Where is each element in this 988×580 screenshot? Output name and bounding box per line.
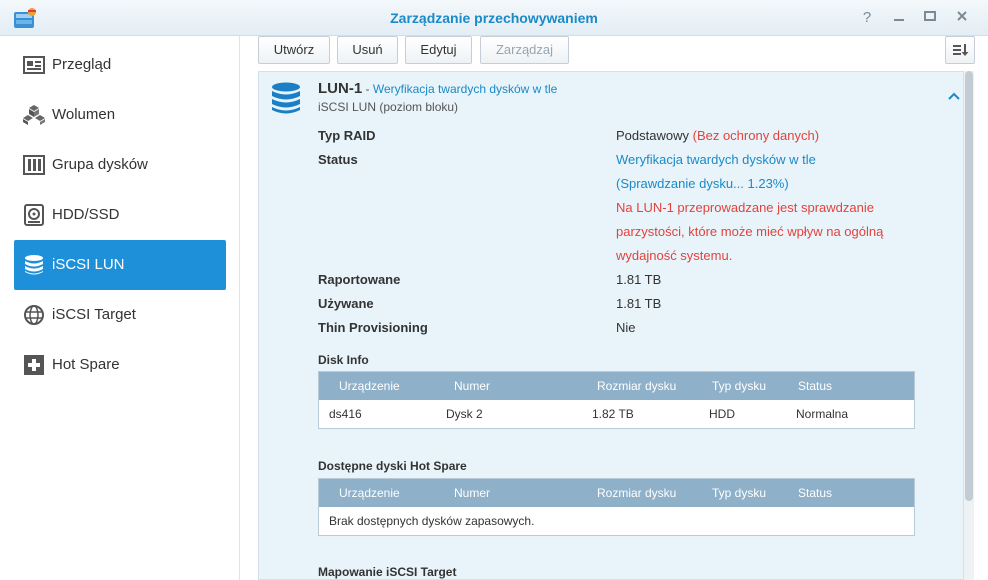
cell-status: Normalna	[796, 407, 849, 421]
raid-type-label: Typ RAID	[318, 128, 376, 143]
sidebar-item-disk-group[interactable]: Grupa dysków	[14, 140, 226, 190]
hot-spare-title: Dostępne dyski Hot Spare	[318, 459, 467, 473]
used-label: Używane	[318, 296, 374, 311]
cell-number: Dysk 2	[446, 407, 483, 421]
title-separator: -	[362, 82, 373, 96]
status-line-1: Weryfikacja twardych dysków w tle	[616, 152, 816, 167]
maximize-icon[interactable]	[921, 9, 939, 27]
reported-label: Raportowane	[318, 272, 401, 287]
table-header: Urządzenie Numer Rozmiar dysku Typ dysku…	[319, 479, 914, 507]
column-header[interactable]: Urządzenie	[339, 379, 400, 393]
disk-info-title: Disk Info	[318, 353, 369, 367]
status-progress: (Sprawdzanie dysku... 1.23%)	[616, 176, 789, 191]
lun-name: LUN-1	[318, 80, 363, 97]
sidebar-item-label: iSCSI LUN	[52, 256, 125, 273]
sort-button[interactable]	[945, 36, 975, 64]
cell-device: ds416	[329, 407, 362, 421]
sidebar-item-label: Przegląd	[52, 56, 112, 73]
minimize-icon[interactable]	[890, 9, 908, 27]
empty-row: Brak dostępnych dysków zapasowych.	[319, 507, 914, 535]
column-header[interactable]: Rozmiar dysku	[597, 379, 676, 393]
volume-icon	[22, 104, 46, 126]
sidebar-item-hot-spare[interactable]: Hot Spare	[14, 340, 226, 390]
used-value: 1.81 TB	[616, 296, 662, 311]
sidebar-item-label: Grupa dysków	[52, 156, 148, 173]
column-header[interactable]: Rozmiar dysku	[597, 486, 676, 500]
warning-line-2: parzystości, które może mieć wpływ na og…	[616, 224, 884, 239]
column-header[interactable]: Typ dysku	[712, 486, 766, 500]
sidebar-item-iscsi-target[interactable]: iSCSI Target	[14, 290, 226, 340]
sidebar-item-iscsi-lun[interactable]: iSCSI LUN	[14, 240, 226, 290]
column-header[interactable]: Status	[798, 379, 832, 393]
sidebar-item-label: HDD/SSD	[52, 206, 120, 223]
disk-group-icon	[22, 154, 46, 176]
sidebar-item-label: Wolumen	[52, 106, 116, 123]
manage-button[interactable]: Zarządzaj	[480, 36, 569, 64]
hot-spare-table: Urządzenie Numer Rozmiar dysku Typ dysku…	[318, 478, 915, 536]
database-icon	[271, 82, 301, 116]
empty-message: Brak dostępnych dysków zapasowych.	[329, 514, 535, 528]
scrollbar-thumb[interactable]	[965, 71, 973, 501]
column-header[interactable]: Numer	[454, 486, 490, 500]
column-header[interactable]: Status	[798, 486, 832, 500]
warning-line-1: Na LUN-1 przeprowadzane jest sprawdzanie	[616, 200, 874, 215]
warning-line-3: wydajność systemu.	[616, 248, 733, 263]
iscsi-mapping-title: Mapowanie iSCSI Target	[318, 565, 457, 579]
toolbar: Utwórz Usuń Edytuj Zarządzaj	[242, 36, 988, 70]
reported-value: 1.81 TB	[616, 272, 662, 287]
help-icon[interactable]: ?	[858, 9, 876, 27]
lun-detail-panel: LUN-1 - Weryfikacja twardych dysków w tl…	[258, 71, 964, 580]
table-header: Urządzenie Numer Rozmiar dysku Typ dysku…	[319, 372, 914, 400]
sidebar-item-volume[interactable]: Wolumen	[14, 90, 226, 140]
disk-info-table: Urządzenie Numer Rozmiar dysku Typ dysku…	[318, 371, 915, 429]
thin-provisioning-label: Thin Provisioning	[318, 320, 428, 335]
sidebar-item-label: Hot Spare	[52, 356, 120, 373]
status-label: Status	[318, 152, 358, 167]
create-button[interactable]: Utwórz	[258, 36, 330, 64]
raid-type-value: Podstawowy (Bez ochrony danych)	[616, 128, 819, 143]
title-bar: Zarządzanie przechowywaniem ?	[0, 0, 988, 36]
window-title: Zarządzanie przechowywaniem	[390, 10, 598, 26]
sidebar-item-overview[interactable]: Przegląd	[14, 40, 226, 90]
lun-status-inline: Weryfikacja twardych dysków w tle	[372, 82, 558, 96]
sort-icon	[953, 44, 969, 56]
thin-provisioning-value: Nie	[616, 320, 636, 335]
cell-type: HDD	[709, 407, 735, 421]
scrollbar[interactable]	[964, 71, 974, 580]
globe-icon	[22, 304, 46, 326]
column-header[interactable]: Numer	[454, 379, 490, 393]
plus-box-icon	[22, 354, 46, 376]
table-row[interactable]: ds416 Dysk 2 1.82 TB HDD Normalna	[319, 400, 914, 428]
column-header[interactable]: Urządzenie	[339, 486, 400, 500]
overview-icon	[22, 54, 46, 76]
lun-title: LUN-1 - Weryfikacja twardych dysków w tl…	[318, 80, 557, 97]
delete-button[interactable]: Usuń	[337, 36, 398, 64]
sidebar-item-hdd-ssd[interactable]: HDD/SSD	[14, 190, 226, 240]
hdd-icon	[22, 204, 46, 226]
database-icon	[22, 254, 46, 276]
raid-protection-note: (Bez ochrony danych)	[692, 128, 820, 143]
close-icon[interactable]	[953, 9, 971, 27]
sidebar: Przegląd Wolumen Grupa dysków HDD/SSD iS…	[0, 36, 240, 580]
edit-button[interactable]: Edytuj	[405, 36, 472, 64]
column-header[interactable]: Typ dysku	[712, 379, 766, 393]
cell-size: 1.82 TB	[592, 407, 634, 421]
collapse-chevron-icon[interactable]	[947, 90, 961, 102]
raid-type-text: Podstawowy	[616, 128, 689, 143]
sidebar-item-label: iSCSI Target	[52, 306, 136, 323]
lun-type: iSCSI LUN (poziom bloku)	[318, 100, 459, 114]
